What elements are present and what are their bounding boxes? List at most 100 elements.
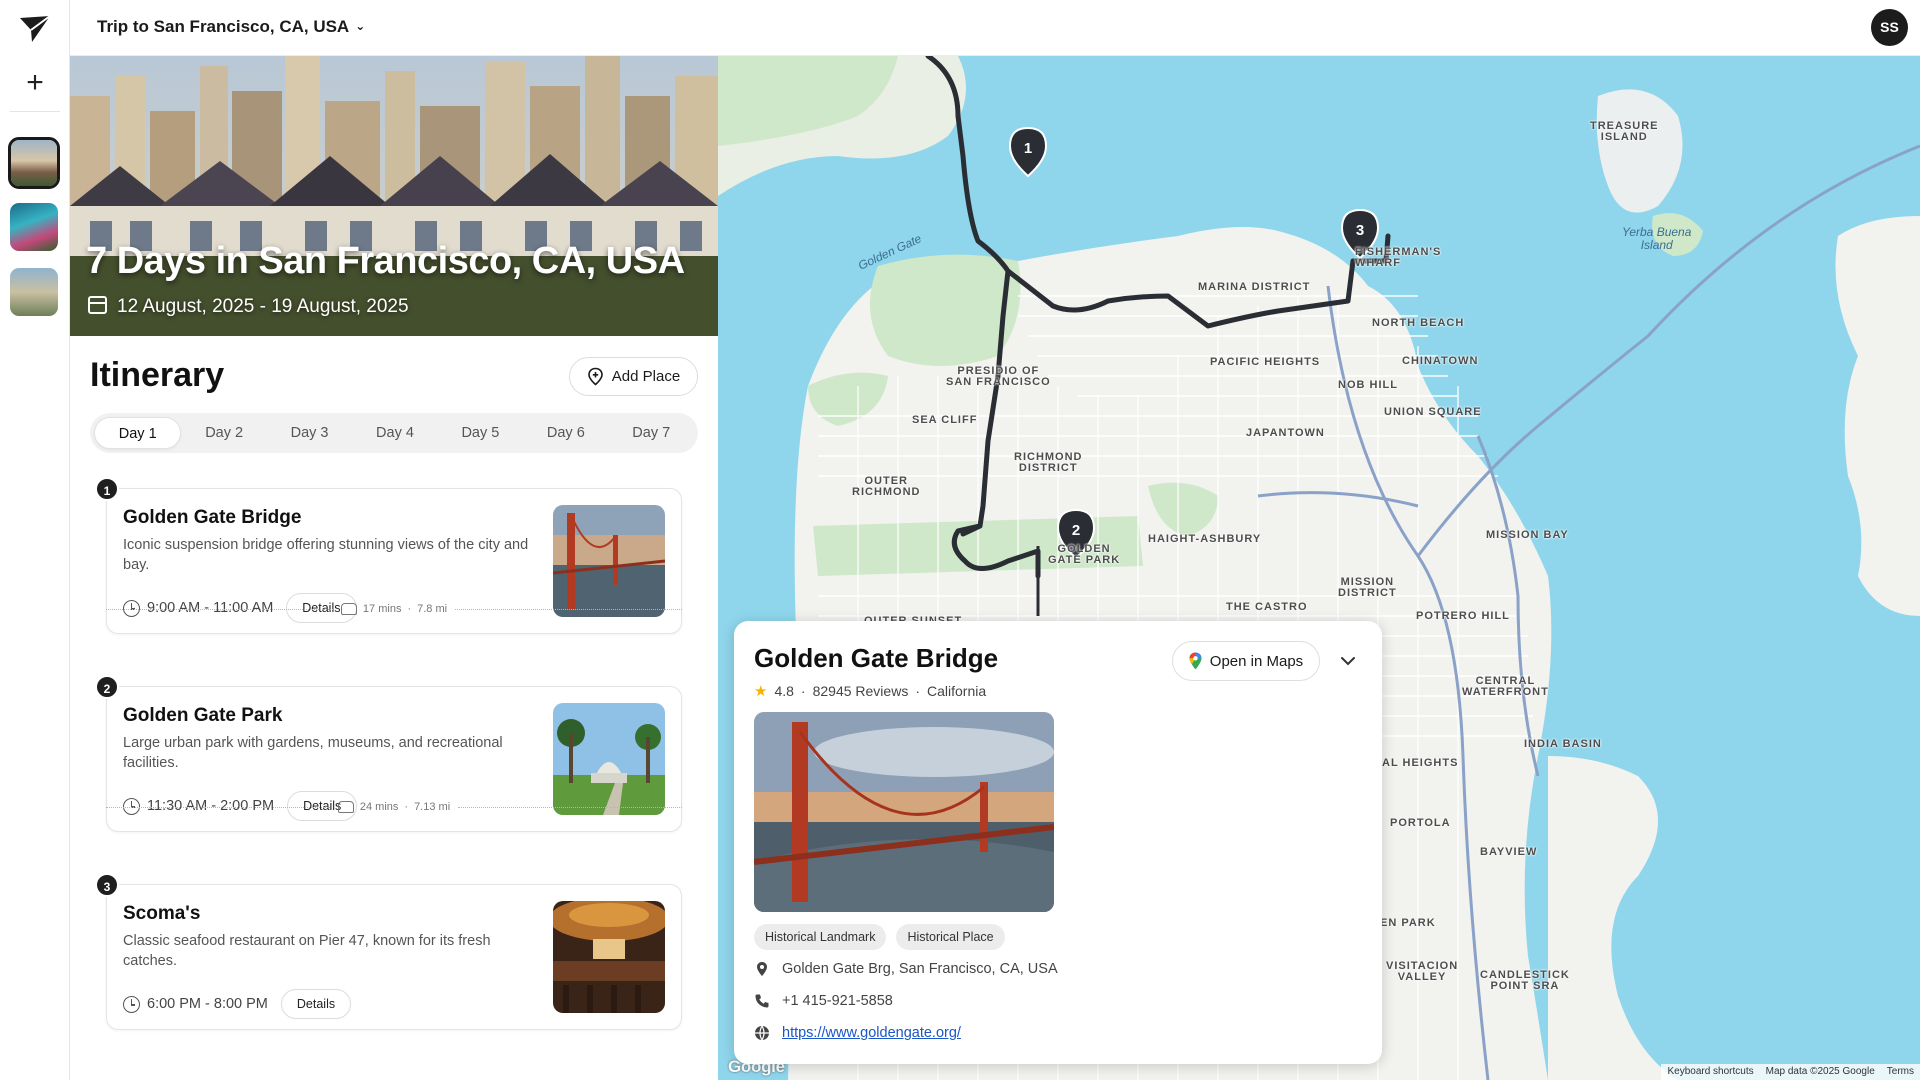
chevron-down-icon: ⌄ xyxy=(355,19,366,33)
map-label: CHINATOWN xyxy=(1402,355,1479,367)
stop-time: 6:00 PM - 8:00 PM xyxy=(147,996,268,1012)
place-reviews: 82945 Reviews xyxy=(812,683,909,699)
map-label: UNION SQUARE xyxy=(1384,406,1482,418)
stop-name: Golden Gate Park xyxy=(123,705,283,726)
travel-distance: 7.13 mi xyxy=(414,801,451,813)
details-button[interactable]: Details xyxy=(280,989,352,1019)
travel-segment: 17 mins · 7.8 mi xyxy=(106,601,683,617)
place-phone-row: +1 415-921-5858 xyxy=(754,993,893,1009)
map-footer: Keyboard shortcuts Map data ©2025 Google… xyxy=(1661,1064,1920,1080)
stop-description: Large urban park with gardens, museums, … xyxy=(123,735,503,771)
tab-day-2[interactable]: Day 2 xyxy=(181,417,266,449)
tab-day-1[interactable]: Day 1 xyxy=(94,417,182,449)
stop-photo-scomas xyxy=(553,901,665,1013)
trip-selector[interactable]: Trip to San Francisco, CA, USA ⌄ xyxy=(97,17,365,37)
phone-icon xyxy=(755,994,769,1008)
map-label: THE CASTRO xyxy=(1226,601,1308,613)
stop-number-badge: 2 xyxy=(95,675,119,699)
keyboard-shortcuts-link[interactable]: Keyboard shortcuts xyxy=(1667,1066,1753,1078)
map-label: NOB HILL xyxy=(1338,379,1398,391)
place-region: California xyxy=(927,683,987,699)
travel-segment: 24 mins · 7.13 mi xyxy=(106,799,682,815)
stop-number-badge: 1 xyxy=(95,477,119,501)
tab-day-3[interactable]: Day 3 xyxy=(267,417,352,449)
new-trip-plus-icon[interactable]: + xyxy=(18,66,52,100)
map-label: PORTOLA xyxy=(1390,817,1451,829)
place-name: Golden Gate Bridge xyxy=(754,643,999,673)
stop-name: Golden Gate Bridge xyxy=(123,507,302,528)
map-label: GOLDEN GATE PARK xyxy=(1048,543,1121,566)
map-label: HAIGHT-ASHBURY xyxy=(1148,533,1262,545)
travel-distance: 7.8 mi xyxy=(417,603,448,615)
map-label: CANDLESTICK POINT SRA xyxy=(1480,969,1570,992)
car-icon xyxy=(340,603,357,615)
place-detail-card: Golden Gate Bridge ★ 4.8 · 82945 Reviews ·… xyxy=(734,621,1382,1064)
calendar-icon xyxy=(88,296,107,314)
trip-selector-label: Trip to San Francisco, CA, USA xyxy=(97,17,350,36)
trip-thumb-2[interactable] xyxy=(10,203,58,251)
marker-1-label: 1 xyxy=(1024,140,1032,157)
map-label: CENTRAL WATERFRONT xyxy=(1462,675,1549,698)
tab-day-4[interactable]: Day 4 xyxy=(352,417,437,449)
place-meta: ★ 4.8 · 82945 Reviews · California xyxy=(754,683,987,700)
trip-dates-text: 12 August, 2025 - 19 August, 2025 xyxy=(117,296,409,317)
top-bar: Trip to San Francisco, CA, USA ⌄ SS xyxy=(70,0,1920,56)
map-label: BAYVIEW xyxy=(1480,846,1538,858)
stop-description: Classic seafood restaurant on Pier 47, k… xyxy=(123,933,491,969)
map-label: Yerba Buena Island xyxy=(1622,225,1692,252)
hero-photo xyxy=(70,56,718,336)
rail-divider xyxy=(10,111,60,112)
map-label: POTRERO HILL xyxy=(1416,610,1510,622)
day-tabs: Day 1 Day 2 Day 3 Day 4 Day 5 Day 6 Day … xyxy=(90,413,698,453)
map-label: TREASURE ISLAND xyxy=(1590,120,1659,143)
map-label: RICHMOND DISTRICT xyxy=(1014,451,1083,474)
add-place-label: Add Place xyxy=(611,368,681,385)
star-icon: ★ xyxy=(754,683,768,700)
map-data-attribution: Map data ©2025 Google xyxy=(1765,1066,1875,1077)
trip-thumb-san-francisco[interactable] xyxy=(8,137,60,189)
place-phone[interactable]: +1 415-921-5858 xyxy=(782,993,893,1009)
itinerary-stop-card[interactable]: 3 Scoma's Classic seafood restaurant on … xyxy=(95,873,682,1030)
car-icon xyxy=(337,801,354,813)
map-label: SEA CLIFF xyxy=(912,414,978,426)
tab-day-7[interactable]: Day 7 xyxy=(609,417,694,449)
place-rating: 4.8 xyxy=(774,683,794,699)
open-in-maps-label: Open in Maps xyxy=(1209,652,1304,670)
travel-duration: 17 mins xyxy=(362,603,402,615)
stop-number-badge: 3 xyxy=(95,873,119,897)
map-label: VISITACION VALLEY xyxy=(1386,960,1459,983)
tab-day-6[interactable]: Day 6 xyxy=(523,417,608,449)
trip-dates: 12 August, 2025 - 19 August, 2025 xyxy=(88,296,409,318)
place-website-link[interactable]: https://www.goldengate.org/ xyxy=(782,1025,961,1041)
open-in-maps-button[interactable]: Open in Maps xyxy=(1172,641,1320,681)
location-pin-icon xyxy=(757,962,767,976)
add-place-button[interactable]: Add Place xyxy=(569,357,698,396)
place-photo xyxy=(754,712,1054,912)
place-tags: Historical Landmark Historical Place xyxy=(754,924,1005,950)
place-address-row: Golden Gate Brg, San Francisco, CA, USA xyxy=(754,961,1058,977)
app-logo-icon[interactable] xyxy=(18,14,52,44)
map-label: PACIFIC HEIGHTS xyxy=(1210,356,1321,368)
map-label: FISHERMAN'S WHARF xyxy=(1355,246,1442,269)
map-pin-plus-icon xyxy=(587,367,603,386)
stop-time-row: 6:00 PM - 8:00 PM Details xyxy=(123,989,352,1019)
trip-thumb-3[interactable] xyxy=(10,268,58,316)
map-label: MISSION BAY xyxy=(1486,529,1569,541)
clock-icon xyxy=(123,995,140,1013)
itinerary-panel: Itinerary Add Place Day 1 Day 2 Day 3 Da… xyxy=(70,336,718,1080)
left-rail: + xyxy=(0,0,70,1080)
trip-title: 7 Days in San Francisco, CA, USA xyxy=(86,240,685,282)
trip-hero-image: 7 Days in San Francisco, CA, USA 12 Augu… xyxy=(70,56,718,336)
itinerary-heading: Itinerary xyxy=(90,356,225,394)
globe-icon xyxy=(755,1025,769,1041)
terms-link[interactable]: Terms xyxy=(1887,1066,1914,1078)
map-label: JAPANTOWN xyxy=(1246,427,1325,439)
tab-day-5[interactable]: Day 5 xyxy=(438,417,523,449)
place-tag: Historical Place xyxy=(896,924,1005,950)
chevron-down-icon[interactable] xyxy=(1334,647,1362,675)
stop-description: Iconic suspension bridge offering stunni… xyxy=(123,537,529,573)
stop-name: Scoma's xyxy=(123,903,201,924)
avatar[interactable]: SS xyxy=(1871,9,1908,46)
place-tag: Historical Landmark xyxy=(754,924,887,950)
google-maps-pin-icon xyxy=(1189,652,1202,670)
